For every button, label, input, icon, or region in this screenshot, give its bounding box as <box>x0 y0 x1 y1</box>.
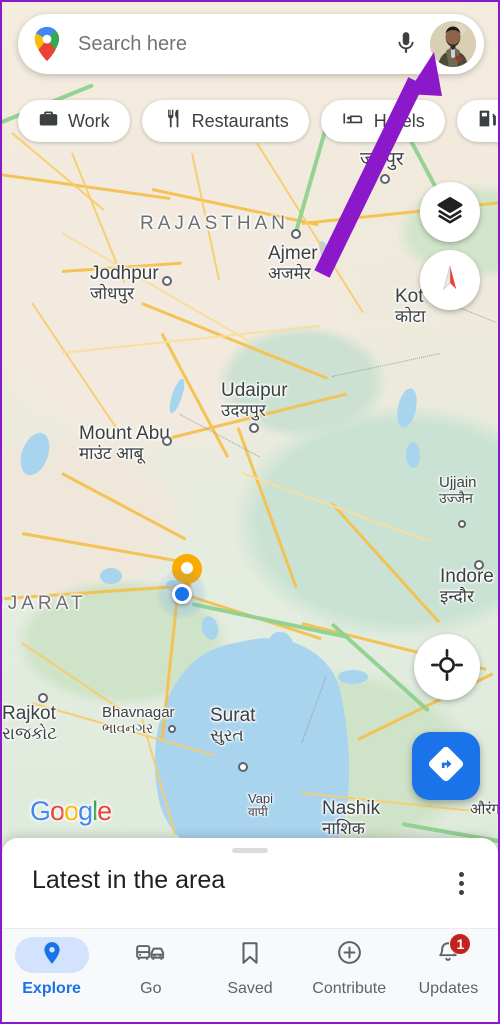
dot <box>458 871 464 877</box>
chip-hotels[interactable]: Hotels <box>320 100 445 142</box>
google-watermark: Google <box>30 796 112 827</box>
my-location-crosshair-icon <box>431 648 463 686</box>
search-input[interactable] <box>62 32 386 56</box>
my-location-button[interactable] <box>414 634 480 700</box>
logo-letter: g <box>78 796 93 826</box>
dot <box>458 889 464 895</box>
voice-search-button[interactable] <box>386 24 426 64</box>
city-dot[interactable] <box>38 693 48 703</box>
nav-item-explore[interactable]: Explore <box>2 929 101 998</box>
nav-item-label: Saved <box>227 980 273 997</box>
nav-item-label: Updates <box>418 980 479 997</box>
city-dot[interactable] <box>380 174 390 184</box>
microphone-icon <box>393 30 419 59</box>
chip-gas[interactable]: Gas <box>456 100 498 142</box>
city-dot[interactable] <box>168 725 176 733</box>
directions-button[interactable] <box>412 732 480 800</box>
bottom-sheet[interactable]: Latest in the area <box>2 838 498 928</box>
chip-work[interactable]: Work <box>18 100 130 142</box>
google-maps-screen: RAJASTHANUJARAT JodhpurजोधपुरAjmerअजमेरज… <box>0 0 500 1024</box>
city-dot[interactable] <box>474 560 484 570</box>
notification-badge: 1 <box>449 933 472 955</box>
compass-button[interactable] <box>420 250 480 310</box>
nav-item-label: Go <box>140 980 162 997</box>
dot <box>458 880 464 886</box>
nav-icon-wrap <box>114 937 188 973</box>
directions-arrow-icon <box>427 745 465 788</box>
nav-item-saved[interactable]: Saved <box>200 929 299 998</box>
briefcase-icon <box>38 108 59 134</box>
compass-icon <box>435 263 465 298</box>
chip-label: Work <box>68 110 110 131</box>
nav-icon-wrap <box>14 937 89 973</box>
city-dot[interactable] <box>249 423 259 433</box>
nav-icon-wrap: 1 <box>411 933 485 973</box>
logo-letter: o <box>64 796 79 826</box>
gas-pump-icon <box>477 108 498 134</box>
chip-label: Restaurants <box>191 110 289 131</box>
nav-item-label: Explore <box>22 980 81 997</box>
sheet-title: Latest in the area <box>32 866 226 894</box>
lake <box>100 568 122 584</box>
nav-item-go[interactable]: Go <box>101 929 200 998</box>
blue-location-dot[interactable] <box>172 584 192 604</box>
nav-icon-wrap <box>213 937 287 973</box>
logo-letter: e <box>97 796 112 826</box>
layers-button[interactable] <box>420 182 480 242</box>
logo-letter: o <box>50 796 65 826</box>
bottom-navigation-bar[interactable]: Explore Go Saved Contribute 1 Updates <box>2 928 498 1022</box>
commute-icon <box>135 942 166 969</box>
city-dot[interactable] <box>238 762 248 772</box>
lake <box>406 442 420 468</box>
logo-letter: G <box>30 796 51 826</box>
layers-icon <box>435 195 465 230</box>
nav-icon-wrap <box>312 937 386 973</box>
google-maps-pin-icon <box>32 27 62 61</box>
drag-handle[interactable] <box>232 848 268 853</box>
bookmark-icon <box>237 940 263 971</box>
hotel-bed-icon <box>341 108 365 134</box>
chip-label: Hotels <box>373 110 425 131</box>
search-bar[interactable] <box>18 14 484 74</box>
chip-restaurants[interactable]: Restaurants <box>141 100 309 142</box>
category-chip-row[interactable]: Work Restaurants Hotels Gas <box>18 100 498 142</box>
city-dot[interactable] <box>291 229 301 239</box>
city-dot[interactable] <box>162 436 172 446</box>
plus-circle-icon <box>336 939 363 971</box>
overflow-menu-icon[interactable] <box>446 866 476 900</box>
city-dot[interactable] <box>458 520 466 528</box>
profile-avatar[interactable] <box>430 21 476 67</box>
nav-item-label: Contribute <box>312 980 387 997</box>
lake <box>338 670 368 684</box>
location-pin-icon <box>39 940 65 971</box>
city-dot[interactable] <box>162 276 172 286</box>
nav-item-updates[interactable]: 1 Updates <box>399 929 498 998</box>
restaurant-icon <box>162 108 183 134</box>
nav-item-contribute[interactable]: Contribute <box>300 929 399 998</box>
